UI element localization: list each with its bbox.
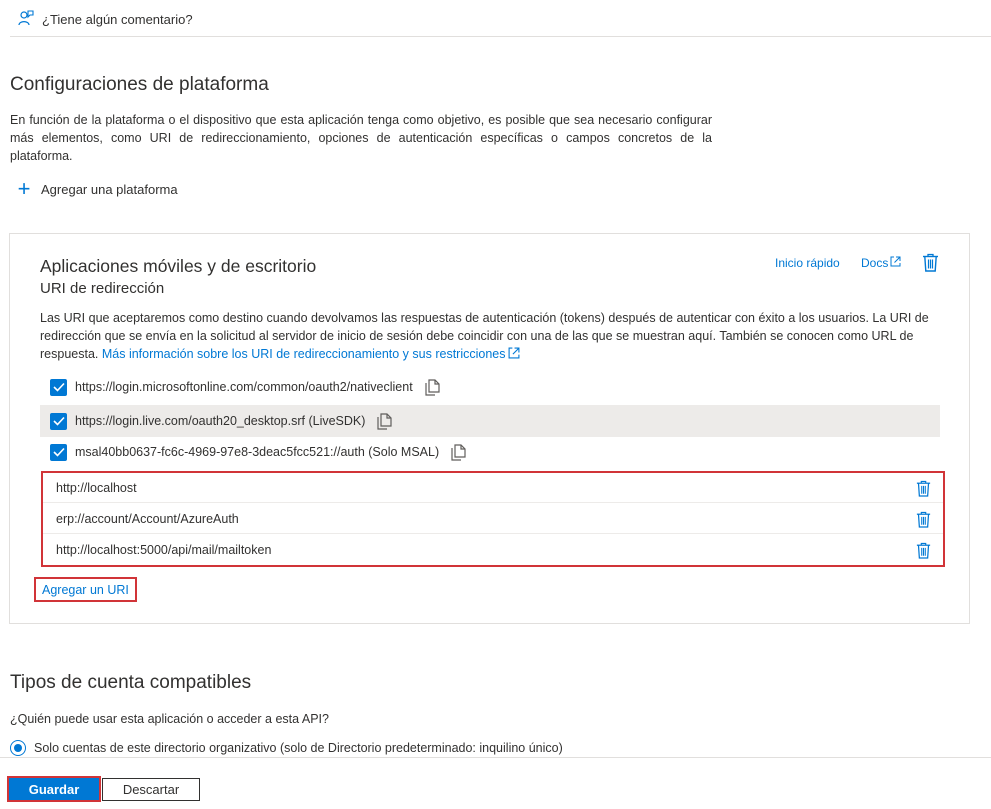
copy-icon[interactable] — [451, 443, 467, 461]
save-button[interactable]: Guardar — [7, 776, 101, 802]
top-divider — [10, 36, 991, 37]
account-types-question: ¿Quién puede usar esta aplicación o acce… — [10, 712, 329, 726]
quickstart-link[interactable]: Inicio rápido — [775, 256, 840, 270]
plus-icon: + — [17, 176, 31, 201]
feedback-person-icon — [18, 10, 34, 29]
discard-button[interactable]: Descartar — [102, 778, 200, 801]
docs-link[interactable]: Docs — [861, 256, 901, 270]
add-platform-button[interactable]: + Agregar una plataforma — [16, 176, 178, 201]
custom-uri-row — [43, 535, 943, 565]
uri-checkbox[interactable] — [50, 443, 67, 461]
account-types-title: Tipos de cuenta compatibles — [10, 672, 252, 693]
redirect-uri-subtitle: URI de redirección — [40, 280, 165, 297]
feedback-link[interactable]: ¿Tiene algún comentario? — [18, 10, 193, 29]
uri-checkbox[interactable] — [50, 378, 67, 396]
redirect-uri-description: Las URI que aceptaremos como destino cua… — [40, 309, 940, 363]
suggested-uri-row: https://login.live.com/oauth20_desktop.s… — [40, 405, 940, 437]
platform-card-title: Aplicaciones móviles y de escritorio — [40, 256, 317, 276]
docs-label: Docs — [861, 256, 889, 270]
suggested-uri-row: msal40bb0637-fc6c-4969-97e8-3deac5fcc521… — [40, 436, 940, 468]
custom-uri-row — [43, 504, 943, 534]
redirect-uri-input[interactable] — [56, 511, 876, 526]
copy-icon[interactable] — [377, 412, 393, 430]
add-platform-label: Agregar una plataforma — [41, 181, 178, 197]
uri-checkbox[interactable] — [50, 412, 67, 430]
external-link-icon — [508, 347, 519, 359]
account-type-option[interactable]: Solo cuentas de este directorio organiza… — [10, 740, 563, 756]
more-info-link-label: Más información sobre los URI de redirec… — [101, 347, 506, 361]
checkmark-icon — [52, 416, 65, 426]
more-info-link[interactable]: Más información sobre los URI de redirec… — [102, 347, 520, 361]
platform-section-description: En función de la plataforma o el disposi… — [10, 113, 712, 163]
add-uri-link[interactable]: Agregar un URI — [34, 577, 137, 602]
radio-dot — [14, 744, 22, 752]
redirect-uri-input[interactable] — [56, 543, 876, 557]
delete-uri-trash-icon[interactable] — [916, 480, 931, 500]
suggested-uri-text: https://login.live.com/oauth20_desktop.s… — [75, 414, 366, 428]
delete-platform-trash-icon[interactable] — [922, 253, 939, 277]
custom-uri-row — [43, 473, 943, 503]
copy-icon[interactable] — [425, 378, 441, 396]
checkmark-icon — [52, 382, 65, 392]
feedback-label: ¿Tiene algún comentario? — [42, 12, 193, 27]
delete-uri-trash-icon[interactable] — [916, 511, 931, 531]
suggested-uri-text: msal40bb0637-fc6c-4969-97e8-3deac5fcc521… — [75, 445, 440, 459]
platform-section-title: Configuraciones de plataforma — [10, 74, 269, 95]
checkmark-icon — [52, 447, 65, 457]
suggested-uri-text: https://login.microsoftonline.com/common… — [75, 380, 413, 394]
radio-button-selected[interactable] — [10, 740, 26, 756]
delete-uri-trash-icon[interactable] — [916, 542, 931, 562]
account-type-option-label: Solo cuentas de este directorio organiza… — [34, 741, 563, 755]
external-link-icon — [890, 256, 901, 270]
redirect-uri-input[interactable] — [56, 480, 876, 495]
suggested-uri-row: https://login.microsoftonline.com/common… — [40, 371, 940, 403]
